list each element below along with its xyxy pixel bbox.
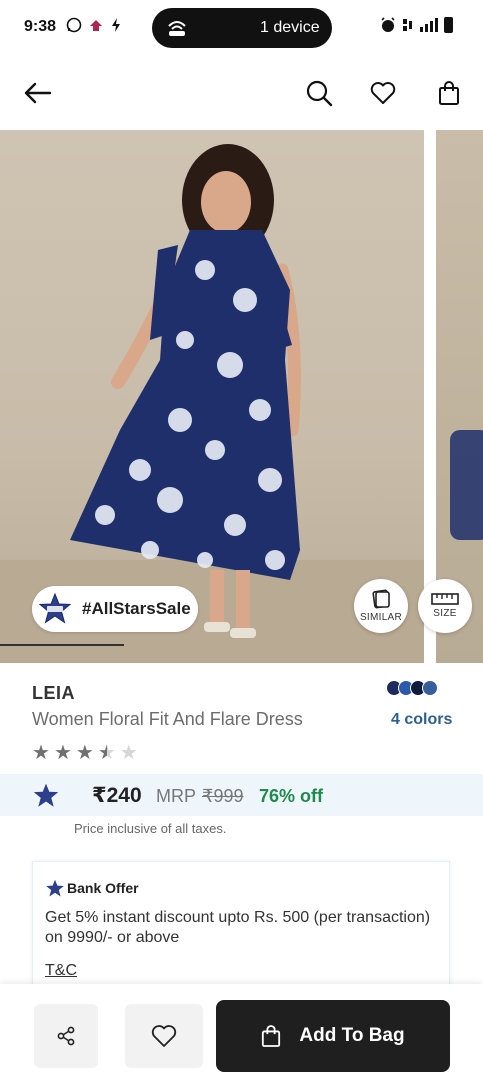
connected-device-pill[interactable]: 1 device — [152, 8, 332, 48]
offer-description: Get 5% instant discount upto Rs. 500 (pe… — [45, 909, 431, 946]
discount-percent: 76% off — [259, 786, 324, 806]
signal-icon — [420, 18, 438, 32]
share-button[interactable] — [34, 1004, 98, 1068]
add-to-bag-button[interactable]: Add To Bag — [216, 1000, 450, 1072]
app-header — [0, 56, 483, 130]
app-notification-icon — [90, 20, 102, 31]
mrp-label: MRP — [156, 786, 196, 806]
similar-label: SIMILAR — [359, 612, 403, 623]
status-bar: 9:38 1 device — [0, 0, 483, 56]
arrow-left-icon — [24, 82, 52, 104]
product-image-carousel[interactable]: #AllStarsSale SIMILAR SIZE — [0, 130, 483, 663]
rating-stars[interactable]: ★ ★ ★ ★ ★ — [32, 743, 138, 763]
all-stars-badge-icon — [38, 592, 72, 624]
star-icon: ★ — [53, 742, 72, 764]
volte-icon — [403, 19, 412, 31]
color-swatch[interactable] — [422, 680, 438, 696]
brand-name[interactable]: LEIA — [32, 683, 75, 704]
size-button[interactable]: SIZE — [418, 579, 472, 633]
product-photo[interactable] — [0, 130, 424, 663]
bag-button[interactable] — [432, 76, 466, 110]
device-pill-label: 1 device — [260, 19, 320, 36]
heart-icon — [151, 1025, 177, 1047]
all-stars-sale-chip[interactable]: #AllStarsSale — [32, 586, 198, 632]
share-icon — [57, 1026, 75, 1046]
colors-link[interactable]: 4 colors — [391, 711, 452, 729]
sale-chip-label: #AllStarsSale — [82, 599, 191, 618]
similar-button[interactable]: SIMILAR — [354, 579, 408, 633]
wishlist-button[interactable] — [125, 1004, 203, 1068]
all-stars-badge-icon — [46, 879, 64, 897]
star-icon: ★ — [75, 742, 94, 764]
color-swatches[interactable] — [386, 680, 438, 696]
terms-link[interactable]: T&C — [45, 962, 77, 980]
search-button[interactable] — [302, 76, 336, 110]
alarm-icon — [381, 17, 395, 32]
all-stars-badge-icon — [33, 783, 59, 807]
tax-note: Price inclusive of all taxes. — [74, 821, 227, 836]
flash-icon — [112, 18, 120, 32]
bag-icon — [439, 81, 459, 105]
mrp-value: ₹999 — [202, 786, 244, 806]
offer-title: Bank Offer — [67, 880, 139, 896]
whatsapp-icon — [66, 17, 82, 33]
system-status-icons — [380, 17, 453, 33]
battery-icon — [444, 17, 453, 33]
notification-icons — [66, 17, 122, 33]
carousel-indicator — [0, 644, 124, 646]
ruler-icon — [431, 593, 459, 605]
back-button[interactable] — [20, 76, 54, 110]
bottom-action-bar: Add To Bag — [0, 984, 483, 1080]
similar-icon — [372, 589, 390, 609]
add-to-bag-label: Add To Bag — [299, 1025, 405, 1046]
search-icon — [306, 80, 333, 107]
bank-offer-card: Bank Offer Get 5% instant discount upto … — [32, 861, 450, 991]
heart-icon — [370, 82, 396, 104]
star-empty-icon: ★ — [119, 742, 138, 764]
status-time: 9:38 — [24, 18, 57, 35]
offer-header: Bank Offer — [45, 878, 139, 898]
price-band: ₹240 MRP ₹999 76% off — [0, 774, 483, 816]
next-photo-preview — [450, 430, 483, 540]
hotspot-icon — [168, 21, 186, 36]
product-title: Women Floral Fit And Flare Dress — [32, 709, 303, 729]
dress-model-illustration — [0, 144, 424, 663]
star-icon: ★ — [32, 742, 50, 764]
bag-icon — [262, 1025, 281, 1047]
half-star-icon: ★ — [97, 742, 116, 764]
wishlist-header-button[interactable] — [366, 76, 400, 110]
selling-price: ₹240 — [92, 784, 142, 807]
size-label: SIZE — [433, 608, 457, 619]
